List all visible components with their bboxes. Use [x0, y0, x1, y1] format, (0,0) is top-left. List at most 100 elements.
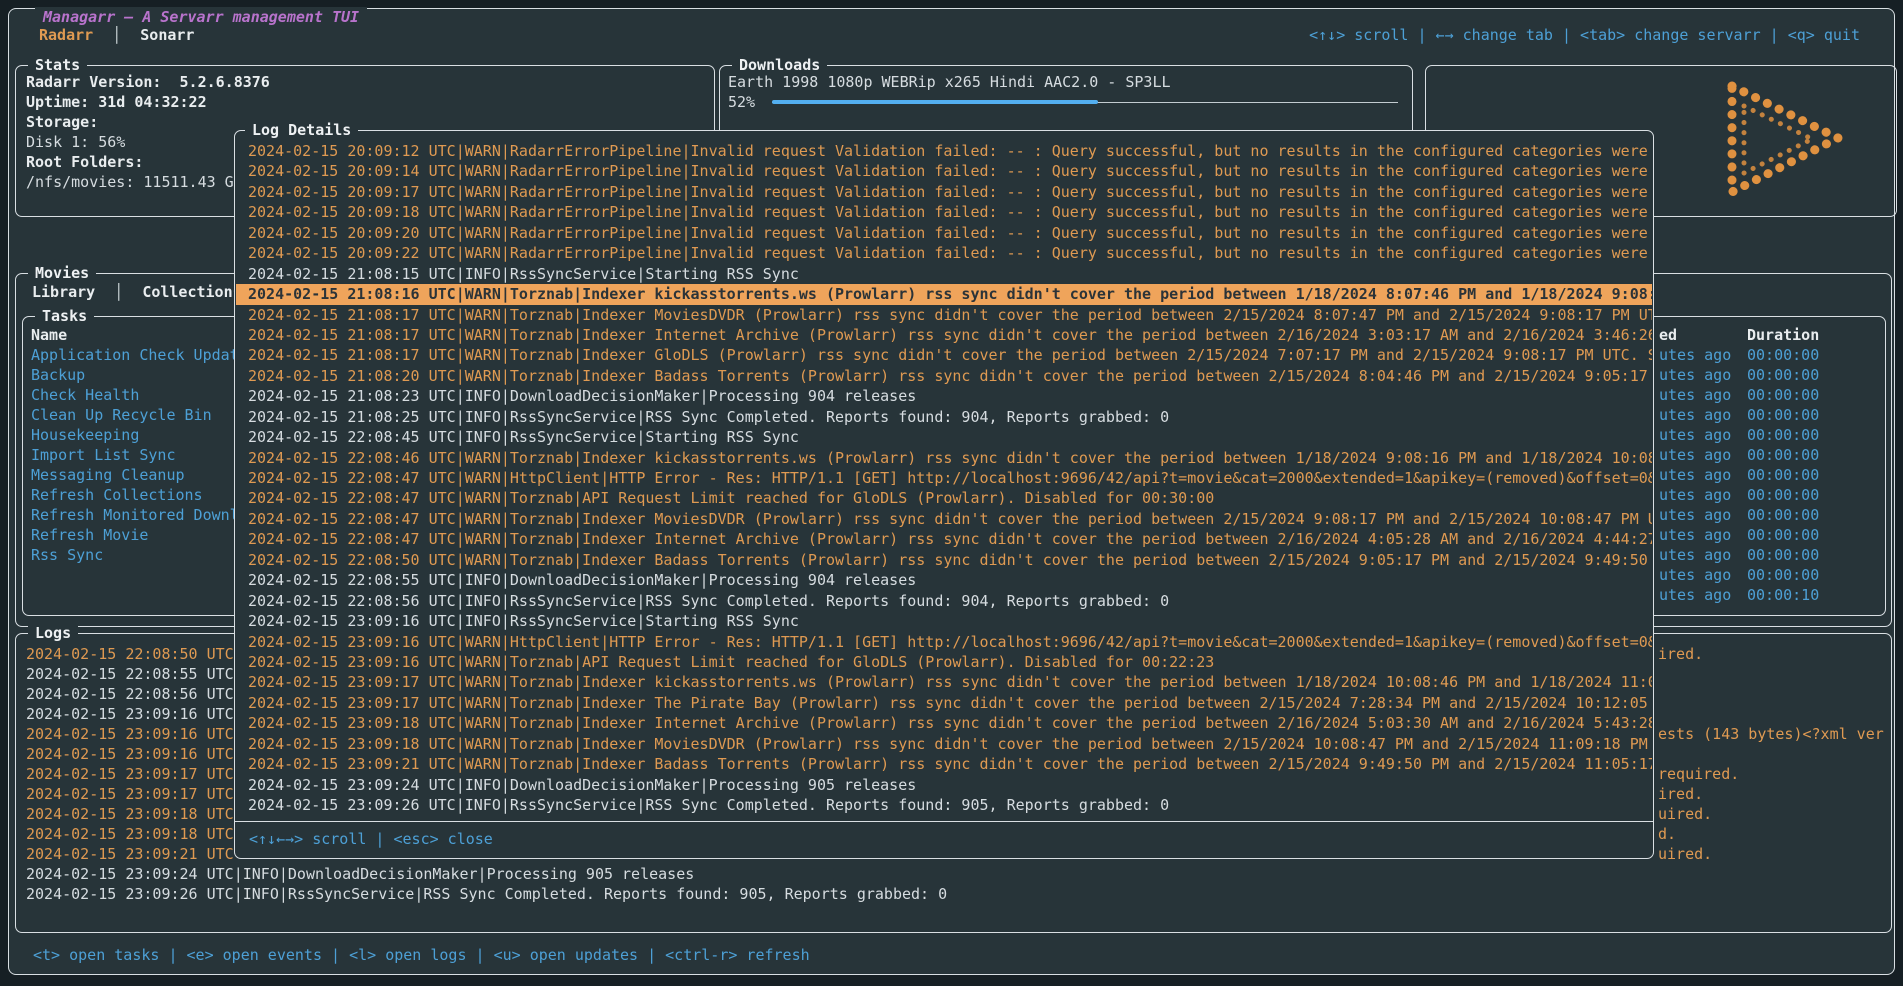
log-row-tail: ired.: [1658, 644, 1703, 664]
task-duration: 00:00:00: [1747, 465, 1819, 485]
log-row-text: 2024-02-15 23:09:16 UTC: [26, 724, 234, 744]
log-detail-row[interactable]: 2024-02-15 23:09:16 UTC|WARN|HttpClient|…: [236, 632, 1652, 652]
managarr-play-logo-icon: [1706, 72, 1866, 210]
log-detail-row[interactable]: 2024-02-15 23:09:18 UTC|WARN|Torznab|Ind…: [236, 734, 1652, 754]
log-row-text: 2024-02-15 23:09:16 UTC: [26, 744, 234, 764]
log-detail-row[interactable]: 2024-02-15 23:09:16 UTC|WARN|Torznab|API…: [236, 652, 1652, 672]
log-detail-row[interactable]: 2024-02-15 22:08:45 UTC|INFO|RssSyncServ…: [236, 427, 1652, 447]
log-details-footer-divider: [235, 821, 1653, 822]
modal-shortcut-hints: <↑↓←→> scroll | <esc> close: [249, 829, 493, 849]
log-row-tail: ired.: [1658, 784, 1703, 804]
task-duration: 00:00:10: [1747, 585, 1819, 605]
tasks-column-name: Name: [31, 325, 67, 345]
download-item-name[interactable]: Earth 1998 1080p WEBRip x265 Hindi AAC2.…: [728, 73, 1171, 91]
log-detail-row[interactable]: 2024-02-15 23:09:18 UTC|WARN|Torznab|Ind…: [236, 713, 1652, 733]
tab-sonarr[interactable]: Sonarr: [140, 26, 194, 44]
task-duration: 00:00:00: [1747, 505, 1819, 525]
download-progress-row: 52%: [728, 92, 1404, 112]
storage-label: Storage:: [26, 113, 98, 131]
log-row-text: 2024-02-15 23:09:17 UTC: [26, 764, 234, 784]
log-detail-row[interactable]: 2024-02-15 20:09:14 UTC|WARN|RadarrError…: [236, 161, 1652, 181]
log-row[interactable]: 2024-02-15 23:09:26 UTC|INFO|RssSyncServ…: [26, 884, 1885, 904]
task-last-executed: utes ago: [1659, 485, 1731, 505]
tab-collections[interactable]: Collections: [142, 283, 241, 301]
task-duration: 00:00:00: [1747, 565, 1819, 585]
task-last-executed: utes ago: [1659, 585, 1731, 605]
uptime-label: Uptime:: [26, 93, 89, 111]
log-row-tail: d.: [1658, 824, 1676, 844]
tab-separator: │: [112, 26, 121, 44]
movies-panel-title: Movies: [28, 263, 96, 283]
tasks-column-executed: ed: [1659, 325, 1677, 345]
bottom-shortcut-hints: <t> open tasks | <e> open events | <l> o…: [33, 945, 810, 965]
radarr-version-label: Radarr Version:: [26, 73, 161, 91]
log-row-tail: uired.: [1658, 804, 1712, 824]
log-detail-row[interactable]: 2024-02-15 21:08:25 UTC|INFO|RssSyncServ…: [236, 407, 1652, 427]
log-detail-row[interactable]: 2024-02-15 21:08:17 UTC|WARN|Torznab|Ind…: [236, 345, 1652, 365]
task-last-executed: utes ago: [1659, 505, 1731, 525]
log-detail-row[interactable]: 2024-02-15 20:09:22 UTC|WARN|RadarrError…: [236, 243, 1652, 263]
log-detail-row[interactable]: 2024-02-15 20:09:20 UTC|WARN|RadarrError…: [236, 223, 1652, 243]
task-duration: 00:00:00: [1747, 365, 1819, 385]
log-detail-row[interactable]: 2024-02-15 23:09:17 UTC|WARN|Torznab|Ind…: [236, 672, 1652, 692]
log-detail-row[interactable]: 2024-02-15 22:08:47 UTC|WARN|Torznab|API…: [236, 488, 1652, 508]
log-detail-row[interactable]: 2024-02-15 21:08:17 UTC|WARN|Torznab|Ind…: [236, 305, 1652, 325]
task-duration: 00:00:00: [1747, 485, 1819, 505]
log-detail-row[interactable]: 2024-02-15 21:08:15 UTC|INFO|RssSyncServ…: [236, 264, 1652, 284]
log-detail-row[interactable]: 2024-02-15 22:08:56 UTC|INFO|RssSyncServ…: [236, 591, 1652, 611]
log-detail-row[interactable]: 2024-02-15 22:08:46 UTC|WARN|Torznab|Ind…: [236, 448, 1652, 468]
task-last-executed: utes ago: [1659, 365, 1731, 385]
log-detail-row[interactable]: 2024-02-15 23:09:26 UTC|INFO|RssSyncServ…: [236, 795, 1652, 815]
log-row-text: 2024-02-15 23:09:26 UTC|INFO|RssSyncServ…: [26, 884, 947, 904]
task-last-executed: utes ago: [1659, 565, 1731, 585]
log-detail-row[interactable]: 2024-02-15 22:08:47 UTC|WARN|Torznab|Ind…: [236, 509, 1652, 529]
log-row-text: 2024-02-15 23:09:16 UTC: [26, 704, 234, 724]
logs-panel-title: Logs: [28, 623, 78, 643]
tasks-panel-title: Tasks: [35, 306, 94, 326]
root-folder-value: /nfs/movies: 11511.43 GB: [26, 173, 243, 191]
app-title: Managarr — A Servarr management TUI: [35, 7, 367, 27]
log-detail-row[interactable]: 2024-02-15 22:08:47 UTC|WARN|Torznab|Ind…: [236, 529, 1652, 549]
task-last-executed: utes ago: [1659, 345, 1731, 365]
movies-tab-bar: Library │ Collections: [32, 282, 242, 302]
servarr-tab-bar: Radarr │ Sonarr: [39, 25, 194, 45]
log-detail-row[interactable]: 2024-02-15 22:08:55 UTC|INFO|DownloadDec…: [236, 570, 1652, 590]
log-row-text: 2024-02-15 23:09:18 UTC: [26, 804, 234, 824]
tab-library[interactable]: Library: [32, 283, 95, 301]
log-row-tail: uired.: [1658, 844, 1712, 864]
movies-tab-separator: │: [114, 283, 123, 301]
log-row-text: 2024-02-15 22:08:50 UTC: [26, 644, 234, 664]
log-detail-row[interactable]: 2024-02-15 21:08:23 UTC|INFO|DownloadDec…: [236, 386, 1652, 406]
log-detail-row[interactable]: 2024-02-15 23:09:21 UTC|WARN|Torznab|Ind…: [236, 754, 1652, 774]
log-detail-row[interactable]: 2024-02-15 23:09:16 UTC|INFO|RssSyncServ…: [236, 611, 1652, 631]
log-detail-row[interactable]: 2024-02-15 20:09:12 UTC|WARN|RadarrError…: [236, 141, 1652, 161]
disk-usage-label: Disk 1: 56%: [26, 133, 125, 151]
log-detail-row[interactable]: 2024-02-15 21:08:17 UTC|WARN|Torznab|Ind…: [236, 325, 1652, 345]
log-row-text: 2024-02-15 22:08:55 UTC: [26, 664, 234, 684]
log-details-modal: Log Details 2024-02-15 20:09:12 UTC|WARN…: [234, 130, 1654, 859]
top-shortcut-hints: <↑↓> scroll | ←→ change tab | <tab> chan…: [1309, 25, 1860, 45]
log-details-title: Log Details: [245, 120, 358, 140]
task-last-executed: utes ago: [1659, 405, 1731, 425]
log-detail-row[interactable]: 2024-02-15 23:09:24 UTC|INFO|DownloadDec…: [236, 775, 1652, 795]
log-detail-row[interactable]: 2024-02-15 21:08:20 UTC|WARN|Torznab|Ind…: [236, 366, 1652, 386]
log-detail-row[interactable]: 2024-02-15 22:08:47 UTC|WARN|HttpClient|…: [236, 468, 1652, 488]
task-last-executed: utes ago: [1659, 545, 1731, 565]
log-detail-row[interactable]: 2024-02-15 23:09:17 UTC|WARN|Torznab|Ind…: [236, 693, 1652, 713]
log-detail-row[interactable]: 2024-02-15 20:09:17 UTC|WARN|RadarrError…: [236, 182, 1652, 202]
root-folders-label: Root Folders:: [26, 153, 143, 171]
task-last-executed: utes ago: [1659, 385, 1731, 405]
log-row-text: 2024-02-15 22:08:56 UTC: [26, 684, 234, 704]
tasks-column-duration: Duration: [1747, 325, 1819, 345]
log-row[interactable]: 2024-02-15 23:09:24 UTC|INFO|DownloadDec…: [26, 864, 1885, 884]
log-detail-row[interactable]: 2024-02-15 22:08:50 UTC|WARN|Torznab|Ind…: [236, 550, 1652, 570]
log-row-text: 2024-02-15 23:09:17 UTC: [26, 784, 234, 804]
task-duration: 00:00:00: [1747, 545, 1819, 565]
tab-radarr[interactable]: Radarr: [39, 26, 93, 44]
log-detail-row[interactable]: 2024-02-15 20:09:18 UTC|WARN|RadarrError…: [236, 202, 1652, 222]
log-row-text: 2024-02-15 23:09:18 UTC: [26, 824, 234, 844]
log-details-list[interactable]: 2024-02-15 20:09:12 UTC|WARN|RadarrError…: [236, 141, 1652, 817]
task-duration: 00:00:00: [1747, 445, 1819, 465]
task-duration: 00:00:00: [1747, 425, 1819, 445]
log-detail-row-selected[interactable]: 2024-02-15 21:08:16 UTC|WARN|Torznab|Ind…: [236, 284, 1652, 304]
